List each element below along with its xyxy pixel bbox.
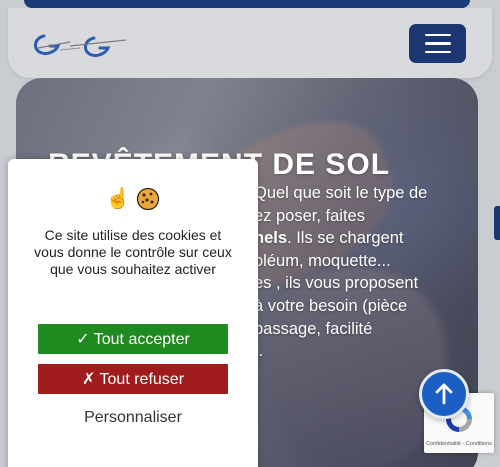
hand-pointing-up-icon: ☝ — [105, 188, 131, 210]
hero-bold-text: nels — [254, 229, 288, 248]
recaptcha-footer[interactable]: Confidentialité - Conditions — [424, 441, 494, 447]
cookie-message: Ce site utilise des cookies et vous donn… — [34, 227, 232, 277]
scroll-to-top-button[interactable] — [419, 369, 469, 419]
side-tab[interactable] — [494, 206, 500, 240]
cookie-consent-popup: ☝ Ce site utilise des cookies et vous do… — [8, 159, 258, 467]
top-decorative-strip — [24, 0, 470, 8]
hero-line-3-rest: . Ils se chargent — [287, 229, 404, 248]
menu-line-icon — [424, 42, 451, 45]
accept-all-button[interactable]: ✓ Tout accepter — [38, 324, 228, 354]
hamburger-menu-button[interactable] — [409, 24, 466, 63]
cookie-icons: ☝ — [8, 187, 258, 211]
company-logo[interactable] — [30, 26, 130, 66]
cookie-icon — [137, 187, 160, 211]
menu-line-icon — [424, 50, 451, 54]
refuse-all-button[interactable]: ✗ Tout refuser — [38, 364, 228, 394]
site-header — [8, 8, 492, 78]
arrow-up-icon — [435, 383, 453, 405]
customize-button[interactable]: Personnaliser — [38, 406, 228, 430]
menu-line-icon — [424, 33, 451, 37]
